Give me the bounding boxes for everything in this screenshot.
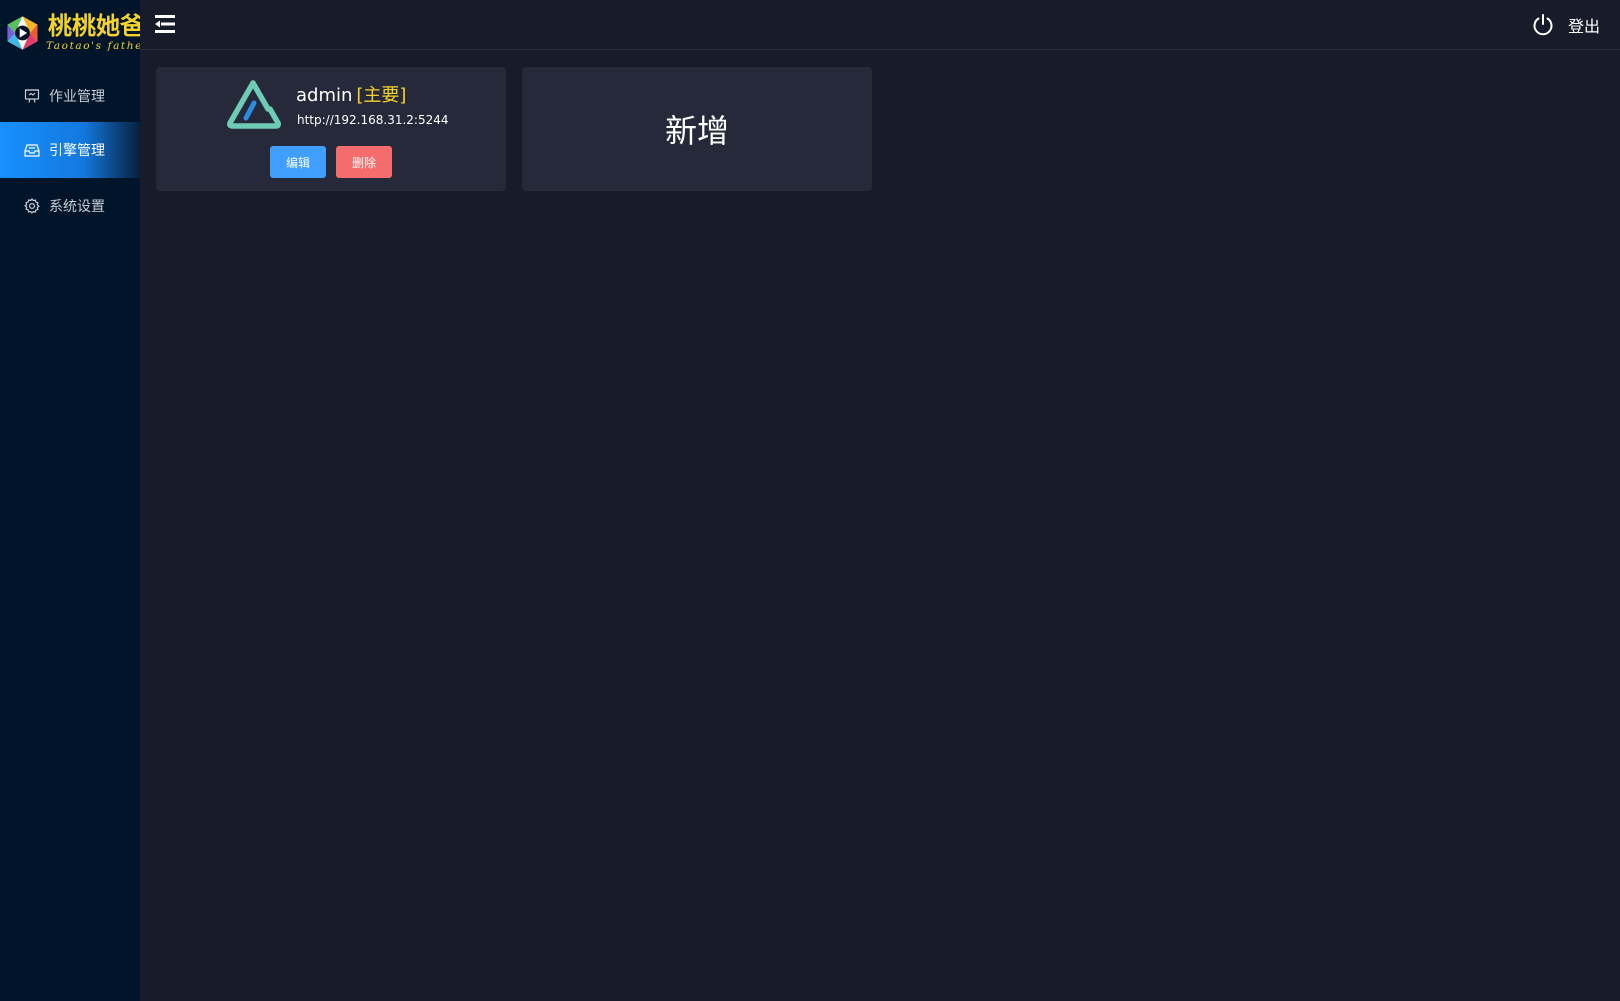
logout-button[interactable]: 登出 bbox=[1531, 12, 1600, 38]
brand-logo: 桃桃她爸 Taotao's father bbox=[0, 0, 148, 58]
sidebar-item-jobs[interactable]: 作业管理 bbox=[0, 68, 140, 124]
gear-icon bbox=[24, 198, 40, 214]
menu-fold-icon[interactable] bbox=[155, 15, 175, 33]
sidebar-item-settings[interactable]: 系统设置 bbox=[0, 178, 140, 234]
engine-name-text: admin bbox=[296, 85, 353, 106]
add-engine-label: 新增 bbox=[664, 112, 729, 150]
add-engine-card[interactable]: 新增 bbox=[522, 67, 872, 191]
sidebar: 桃桃她爸 Taotao's father 作业管理 引擎管理 系统设置 bbox=[0, 0, 148, 1001]
edit-button[interactable]: 编辑 bbox=[270, 146, 326, 178]
power-icon bbox=[1533, 14, 1553, 36]
engine-primary-tag: [主要] bbox=[356, 85, 407, 106]
sidebar-item-label: 作业管理 bbox=[49, 89, 105, 105]
logout-label: 登出 bbox=[1567, 17, 1600, 36]
brand-name-cn: 桃桃她爸 bbox=[48, 12, 144, 40]
engine-card: admin [主要] http://192.168.31.2:5244 编辑 删除 bbox=[156, 67, 506, 191]
brand-logo-icon bbox=[7, 16, 38, 50]
sidebar-item-label: 引擎管理 bbox=[49, 143, 105, 159]
brand-name-en: Taotao's father bbox=[46, 40, 150, 52]
monitor-icon bbox=[24, 89, 40, 103]
engine-name: admin [主要] bbox=[296, 81, 406, 107]
delete-button[interactable]: 删除 bbox=[336, 146, 392, 178]
alist-logo-icon bbox=[227, 80, 281, 129]
sidebar-item-engines[interactable]: 引擎管理 bbox=[0, 122, 140, 178]
inbox-icon bbox=[24, 144, 40, 157]
sidebar-item-label: 系统设置 bbox=[49, 199, 105, 215]
app-root: 桃桃她爸 Taotao's father 作业管理 引擎管理 系统设置 登出 a… bbox=[0, 0, 1620, 1001]
engine-url: http://192.168.31.2:5244 bbox=[297, 113, 449, 127]
top-header: 登出 bbox=[140, 0, 1620, 50]
